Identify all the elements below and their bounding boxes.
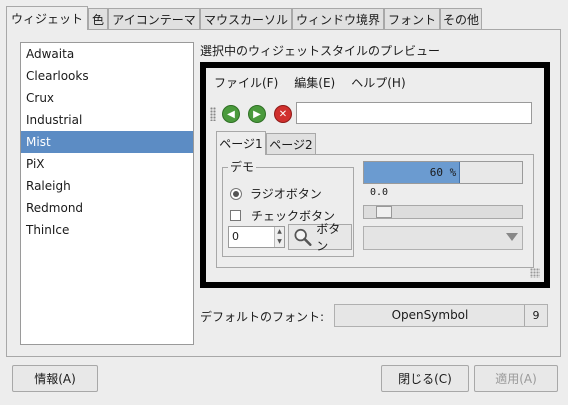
- close-button[interactable]: 閉じる(C): [381, 365, 469, 392]
- menu-bar: ファイル(F) 編集(E) ヘルプ(H): [206, 68, 544, 96]
- tab-fonts[interactable]: フォント: [384, 8, 440, 29]
- tab-label: フォント: [387, 12, 436, 27]
- preview-frame: ファイル(F) 編集(E) ヘルプ(H) ◀ ▶ ✕ ページ1 ページ2 デモ …: [200, 62, 550, 288]
- font-button[interactable]: OpenSymbol 9: [334, 304, 548, 327]
- resize-grip-icon[interactable]: [530, 268, 540, 278]
- list-item[interactable]: Clearlooks: [21, 65, 193, 87]
- list-item[interactable]: Crux: [21, 87, 193, 109]
- spin-value: 0: [232, 230, 239, 243]
- tab-icon-theme[interactable]: アイコンテーマ: [108, 8, 200, 29]
- combo-box[interactable]: [363, 226, 523, 250]
- close-label: 閉じる(C): [398, 372, 452, 386]
- tab-other[interactable]: その他: [440, 8, 482, 29]
- menu-file[interactable]: ファイル(F): [206, 74, 286, 91]
- demo-label: デモ: [228, 158, 257, 175]
- spin-arrows-icon[interactable]: ▲ ▼: [274, 227, 284, 247]
- slider-thumb[interactable]: [376, 206, 392, 218]
- demo-button[interactable]: ボタン: [288, 222, 352, 253]
- progress-text: 60 %: [429, 166, 457, 179]
- magnifier-icon: [294, 228, 312, 246]
- list-item[interactable]: Adwaita: [21, 43, 193, 65]
- list-item-selected[interactable]: Mist: [21, 131, 193, 153]
- scale-slider[interactable]: [363, 205, 523, 219]
- tab-page2[interactable]: ページ2: [266, 133, 316, 154]
- checkbox-indicator: [230, 210, 241, 221]
- font-name: OpenSymbol: [391, 308, 469, 322]
- tab-page1[interactable]: ページ1: [216, 131, 266, 155]
- apply-button[interactable]: 適用(A): [474, 365, 558, 392]
- tab-window-border[interactable]: ウィンドウ境界: [292, 8, 384, 29]
- demo-button-label: ボタン: [316, 222, 341, 253]
- spin-button[interactable]: 0 ▲ ▼: [228, 226, 285, 248]
- theme-list[interactable]: Adwaita Clearlooks Crux Industrial Mist …: [20, 42, 194, 345]
- tab-label: ウィンドウ境界: [295, 12, 380, 27]
- font-label: デフォルトのフォント:: [200, 310, 325, 324]
- about-button[interactable]: 情報(A): [12, 365, 98, 392]
- stop-icon[interactable]: ✕: [274, 105, 292, 123]
- preview-window: ファイル(F) 編集(E) ヘルプ(H) ◀ ▶ ✕ ページ1 ページ2 デモ …: [206, 68, 544, 282]
- tab-colors[interactable]: 色: [88, 8, 108, 29]
- toolbar-entry[interactable]: [296, 102, 532, 124]
- toolbar-grip-icon[interactable]: [210, 107, 216, 121]
- tab-label: ページ2: [269, 137, 313, 152]
- list-item[interactable]: Raleigh: [21, 175, 193, 197]
- chevron-down-icon: [506, 233, 518, 241]
- apply-label: 適用(A): [495, 372, 537, 386]
- about-label: 情報(A): [34, 372, 76, 386]
- forward-icon[interactable]: ▶: [248, 105, 266, 123]
- list-item[interactable]: ThinIce: [21, 219, 193, 241]
- tab-mouse-cursor[interactable]: マウスカーソル: [200, 8, 292, 29]
- font-size: 9: [524, 305, 547, 326]
- tab-widgets[interactable]: ウィジェット: [6, 6, 88, 30]
- back-icon[interactable]: ◀: [222, 105, 240, 123]
- tab-label: ページ1: [219, 137, 263, 151]
- tab-label: マウスカーソル: [203, 12, 288, 27]
- list-item[interactable]: PiX: [21, 153, 193, 175]
- tab-label: ウィジェット: [10, 12, 83, 26]
- list-item[interactable]: Industrial: [21, 109, 193, 131]
- menu-help[interactable]: ヘルプ(H): [343, 74, 413, 91]
- radio-indicator: [230, 187, 242, 200]
- menu-edit[interactable]: 編集(E): [286, 74, 343, 91]
- tab-label: その他: [442, 12, 479, 27]
- progress-bar: 60 %: [363, 161, 523, 184]
- radio-button[interactable]: ラジオボタン: [230, 185, 322, 202]
- toolbar: ◀ ▶ ✕: [206, 101, 544, 127]
- scale-value: 0.0: [370, 187, 389, 198]
- list-item[interactable]: Redmond: [21, 197, 193, 219]
- tab-label: アイコンテーマ: [112, 12, 196, 27]
- preview-label: 選択中のウィジェットスタイルのプレビュー: [200, 44, 441, 58]
- tab-label: 色: [91, 12, 104, 27]
- radio-label: ラジオボタン: [250, 187, 322, 201]
